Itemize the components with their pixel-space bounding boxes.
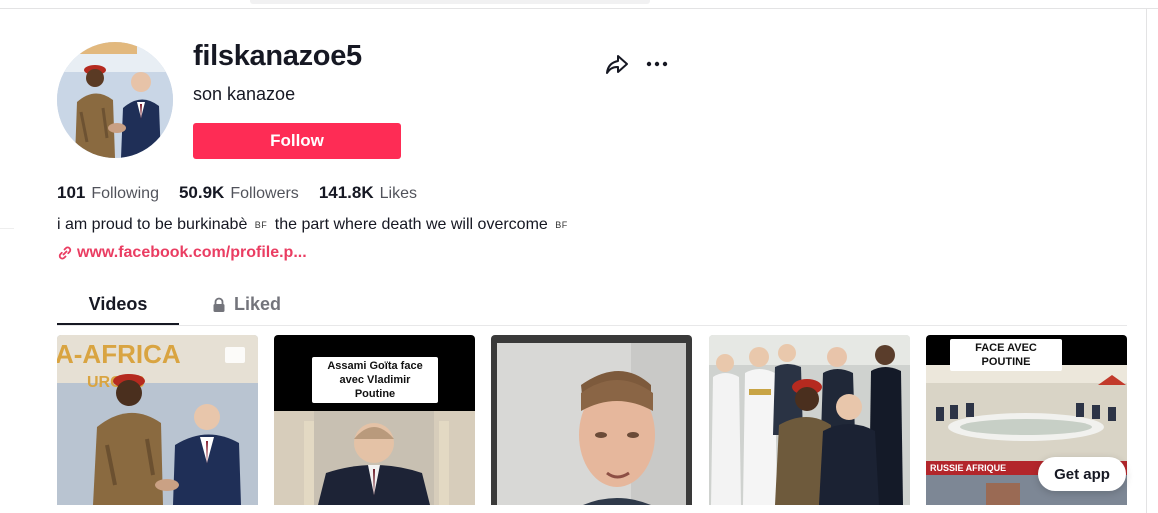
username: filskanazoe5: [193, 40, 362, 72]
more-icon[interactable]: [644, 52, 670, 76]
browser-top-strip: [250, 0, 650, 4]
tab-liked-label: Liked: [234, 294, 282, 314]
tab-videos[interactable]: Videos: [57, 294, 179, 315]
tab-liked[interactable]: Liked: [212, 294, 281, 315]
stat-value: 50.9K: [178, 183, 225, 202]
flag-emoji: BF: [555, 220, 568, 230]
stat-label: Likes: [379, 185, 417, 202]
stat-value: 141.8K: [318, 183, 374, 202]
bio-text: i am proud to be burkinabè: [57, 216, 248, 233]
share-icon[interactable]: [604, 52, 630, 76]
video-thumbnail[interactable]: A-AFRICA URG 20: [57, 335, 258, 505]
bio-text: the part where death we will overcome: [274, 216, 548, 233]
nickname: son kanazoe: [193, 84, 296, 104]
video-image: [709, 335, 910, 505]
lock-icon: [213, 297, 225, 312]
video-banner-text: RUSSIE AFRIQUE: [930, 463, 1006, 473]
stat-label: Following: [91, 185, 159, 202]
profile-bio: i am proud to be burkinabè BF the part w…: [57, 216, 571, 234]
video-thumbnail[interactable]: [709, 335, 910, 505]
link-icon: [58, 246, 72, 260]
video-image: [491, 335, 692, 505]
stat-label: Followers: [230, 185, 299, 202]
video-thumbnail[interactable]: Assami Goïta face avec Vladimir Poutine: [274, 335, 475, 505]
video-caption: Assami Goïta face avec Vladimir Poutine: [312, 357, 438, 403]
stat-following[interactable]: 101 Following: [57, 183, 159, 203]
profile-stats: 101 Following 50.9K Followers 141.8K Lik…: [57, 183, 437, 203]
video-image: A-AFRICA URG 20: [57, 335, 258, 505]
stat-followers[interactable]: 50.9K Followers: [179, 183, 299, 203]
stat-likes: 141.8K Likes: [319, 183, 417, 203]
avatar[interactable]: [57, 42, 173, 158]
scrollbar-track[interactable]: [1146, 8, 1147, 513]
tabs-divider: [57, 325, 1127, 326]
video-caption: FACE AVEC POUTINE: [950, 339, 1062, 371]
follow-button[interactable]: Follow: [193, 123, 401, 159]
stat-value: 101: [57, 183, 86, 202]
header-divider: [0, 8, 1158, 9]
get-app-button[interactable]: Get app: [1038, 457, 1126, 491]
link-text[interactable]: www.facebook.com/profile.p...: [77, 244, 307, 262]
profile-link[interactable]: www.facebook.com/profile.p...: [57, 244, 307, 262]
video-overlay-text: A-AFRICA: [57, 339, 181, 369]
left-divider: [0, 228, 14, 229]
video-thumbnail[interactable]: [491, 335, 692, 505]
flag-emoji: BF: [254, 220, 268, 230]
avatar-image: [57, 42, 173, 158]
active-tab-indicator: [57, 323, 179, 325]
